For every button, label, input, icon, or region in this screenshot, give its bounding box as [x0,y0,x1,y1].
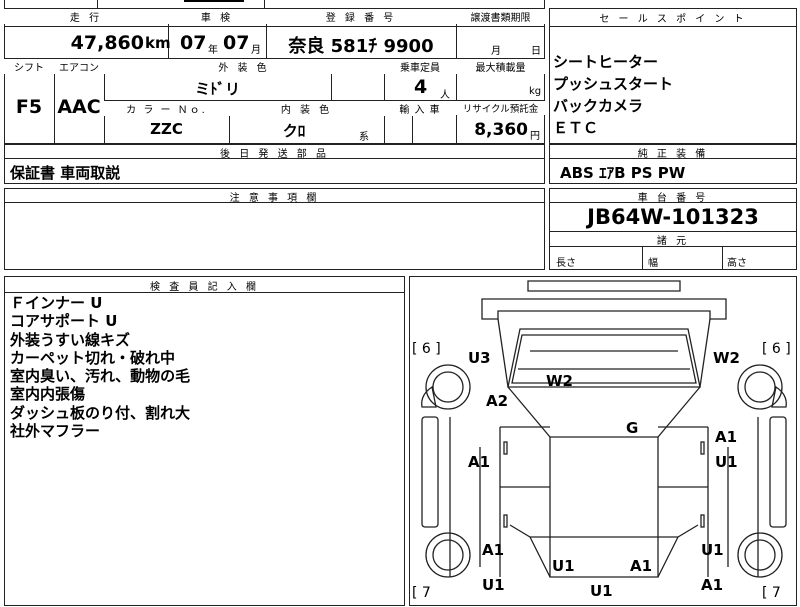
transfer-deadline-header: 譲渡書類期限 [456,9,545,24]
inspection-year: 07 [180,32,207,54]
mileage-header: 走 行 [4,9,168,24]
damage-mark: U1 [482,576,505,594]
sales-points-header: セ ー ル ス ポ イ ン ト [550,10,796,25]
chassis-box: 車 台 番 号 JB64W-101323 諸 元 長さ 幅 高さ [549,188,797,270]
import-header: 輸 入 車 [384,101,456,116]
sales-point-item: プッシュスタート [553,75,674,93]
damage-mark: A1 [701,576,724,594]
transfer-day-unit: 日 [531,46,541,57]
inspector-note-line: Ｆインナー U [10,294,103,312]
damage-mark: U1 [701,541,724,559]
capacity-header: 乗車定員 [384,59,456,74]
summary-grid: 走 行 車 検 登 録 番 号 譲渡書類期限 47,860 km 07 年 07… [4,0,545,144]
damage-mark: G [626,419,639,437]
inspector-note-line: 室内臭い、汚れ、動物の毛 [10,367,191,386]
tire-front-left-label: [ 6 ] [412,341,441,357]
damage-mark: A1 [482,541,505,559]
delivery-parts-box: 後 日 発 送 部 品 保証書 車両取説 [4,144,545,184]
aircon-value: AAC [57,96,101,118]
shift-value: F5 [15,96,43,118]
capacity-unit: 人 [440,90,450,101]
inspection-header: 車 検 [168,9,266,24]
max-load-header: 最大積載量 [456,59,545,74]
capacity-value: 4 [414,76,428,98]
interior-color-suffix: 系 [359,132,369,143]
damage-mark: U3 [468,349,491,367]
inspector-note-line: コアサポート U [10,312,118,331]
inspector-notes: Ｆインナー U コアサポート U 外装うすい線キズ カーペット切れ・破れ中 室内… [10,294,190,440]
dimension-height-label: 高さ [727,258,747,269]
aircon-header: エアコン [54,59,104,74]
interior-color-value: クﾛ [282,122,306,140]
interior-color-header: 内 装 色 [229,101,384,116]
damage-mark: A1 [630,557,653,575]
dimensions-header: 諸 元 [550,232,796,247]
recycle-header: リサイクル預託金 [456,101,545,115]
mileage-value: 47,860 [70,32,144,54]
sales-point-item: ＥＴＣ [553,119,599,137]
inspector-note-line: ダッシュ板のり付、割れ大 [10,403,191,422]
tire-front-right-label: [ 6 ] [762,341,791,357]
damage-mark: U1 [590,582,613,600]
standard-equipment-box: 純 正 装 備 ABS ｴｱB PS PW [549,144,797,184]
damage-mark: W2 [546,372,573,390]
inspector-notes-box: 検 査 員 記 入 欄 Ｆインナー U コアサポート U 外装うすい線キズ カー… [4,276,405,606]
inspector-note-line: 社外マフラー [10,422,101,441]
standard-equipment-value: ABS ｴｱB PS PW [560,164,686,182]
damage-mark: U1 [715,453,738,471]
tire-rear-right-label: [ 7 [762,585,781,601]
damage-mark: U1 [552,557,575,575]
tire-rear-left-label: [ 7 [412,585,431,601]
transfer-month-unit: 月 [491,46,501,57]
damage-mark: W2 [713,349,740,367]
registration-value: 奈良 581ﾁ 9900 [288,36,434,57]
car-diagram-panel: [ 6 ] [ 6 ] [ 7 [ 7 U3 W2 W2 A2 G A1 A1 … [409,276,797,606]
damage-mark: A1 [715,428,738,446]
shift-header: シフト [4,59,54,74]
delivery-value: 保証書 車両取説 [10,164,121,182]
mileage-unit: km [145,34,171,52]
dimension-width-label: 幅 [648,258,658,269]
color-no-header: カ ラ ー Ｎｏ. [104,101,229,116]
sales-point-item: シートヒーター [553,53,659,71]
inspector-note-line: カーペット切れ・破れ中 [10,348,176,367]
inspection-year-unit: 年 [208,45,218,56]
inspection-month: 07 [223,32,250,54]
sales-point-item: バックカメラ [553,97,644,115]
damage-mark: A1 [468,453,491,471]
recycle-unit: 円 [530,131,540,142]
exterior-color-header: 外 装 色 [104,59,384,74]
recycle-value: 8,360 [474,120,528,140]
dimension-length-label: 長さ [556,258,576,269]
inspection-month-unit: 月 [251,45,261,56]
inspector-note-line: 室内内張傷 [10,385,86,404]
damage-mark: A2 [486,392,509,410]
inspector-note-line: 外装うすい線キズ [10,330,131,349]
color-no-value: ZZC [150,120,183,138]
exterior-color-value: ミﾄﾞリ [194,80,240,98]
chassis-number: JB64W-101323 [587,205,759,229]
max-load-unit: kg [529,86,542,97]
inspector-header: 検 査 員 記 入 欄 [5,278,404,293]
sales-points-box: セ ー ル ス ポ イ ン ト シートヒーター プッシュスタート バックカメラ … [549,8,797,144]
caution-box: 注 意 事 項 欄 [4,188,545,270]
registration-header: 登 録 番 号 [266,9,456,24]
car-body-diagram [421,280,787,578]
